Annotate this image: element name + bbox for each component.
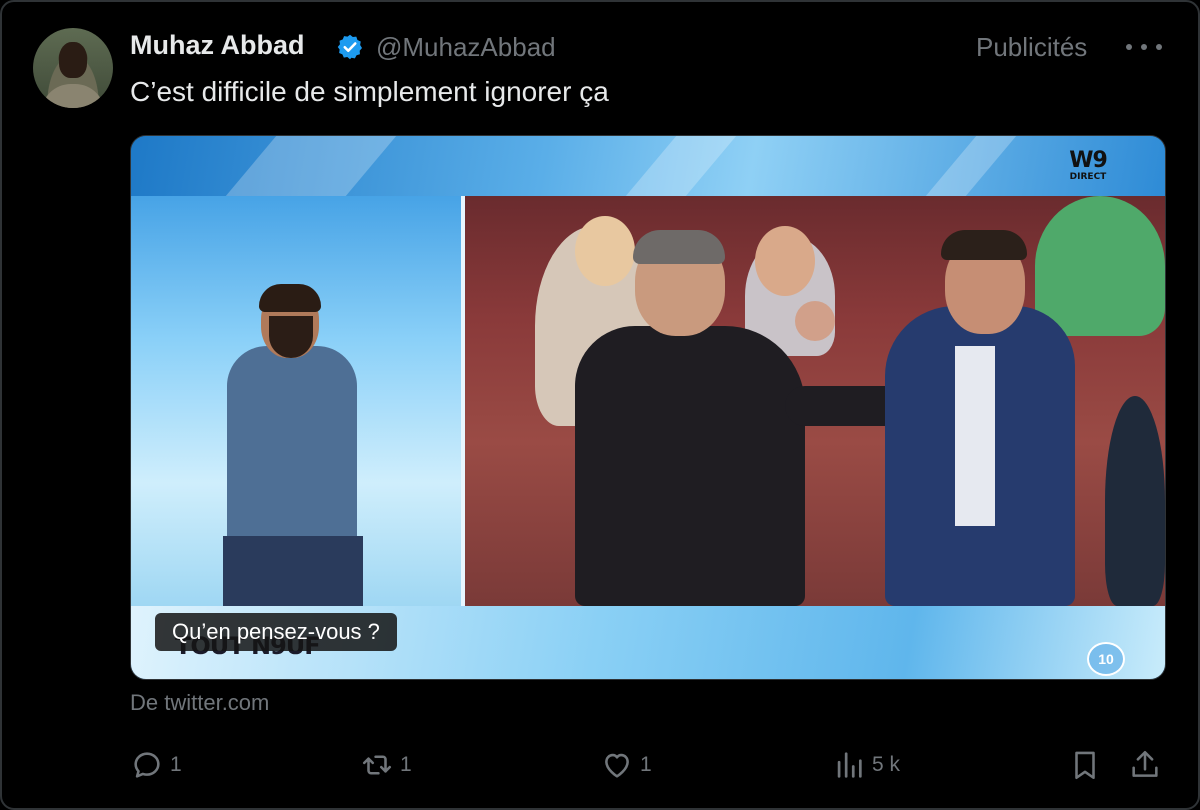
channel-logo: W9 DIRECT	[1069, 148, 1108, 183]
man-dark-suit	[575, 326, 805, 606]
repost-count: 1	[400, 753, 412, 776]
views-count: 5 k	[872, 753, 901, 776]
bookmark-icon	[1075, 751, 1095, 780]
reply-count: 1	[170, 753, 182, 776]
author-avatar[interactable]	[33, 28, 113, 108]
left-video-panel	[131, 196, 461, 606]
like-count: 1	[640, 753, 652, 776]
right-video-panel	[465, 196, 1165, 606]
heart-icon	[605, 753, 629, 778]
tv-banner-top	[131, 136, 1165, 196]
more-icon[interactable]	[1126, 32, 1162, 62]
like-button[interactable]: 1	[600, 745, 652, 785]
share-icon	[1132, 750, 1158, 777]
source-link[interactable]: De twitter.com	[130, 690, 269, 716]
views-button[interactable]: 5 k	[832, 745, 900, 785]
avatar-shirt	[41, 84, 105, 108]
media-caption: Qu’en pensez-vous ?	[155, 613, 397, 651]
tweet-media-image[interactable]: W9 DIRECT TOUT N9UF 10	[130, 135, 1166, 680]
bookmark-button[interactable]	[1068, 745, 1102, 785]
promoted-label: Publicités	[976, 32, 1088, 62]
author-name[interactable]: Muhaz Abbad	[130, 30, 305, 61]
reply-button[interactable]: 1	[130, 745, 182, 785]
repost-icon	[362, 755, 392, 775]
repost-button[interactable]: 1	[360, 745, 412, 785]
host-figure	[227, 346, 357, 546]
views-chart-icon	[837, 752, 862, 778]
reply-icon	[134, 752, 160, 778]
tweet-text: C’est difficile de simplement ignorer ça	[130, 76, 609, 107]
avatar-face	[59, 42, 87, 78]
channel-badge: 10	[1087, 642, 1125, 676]
author-handle[interactable]: @MuhazAbbad	[376, 32, 556, 63]
verified-badge-icon	[337, 34, 363, 60]
share-button[interactable]	[1128, 745, 1162, 785]
